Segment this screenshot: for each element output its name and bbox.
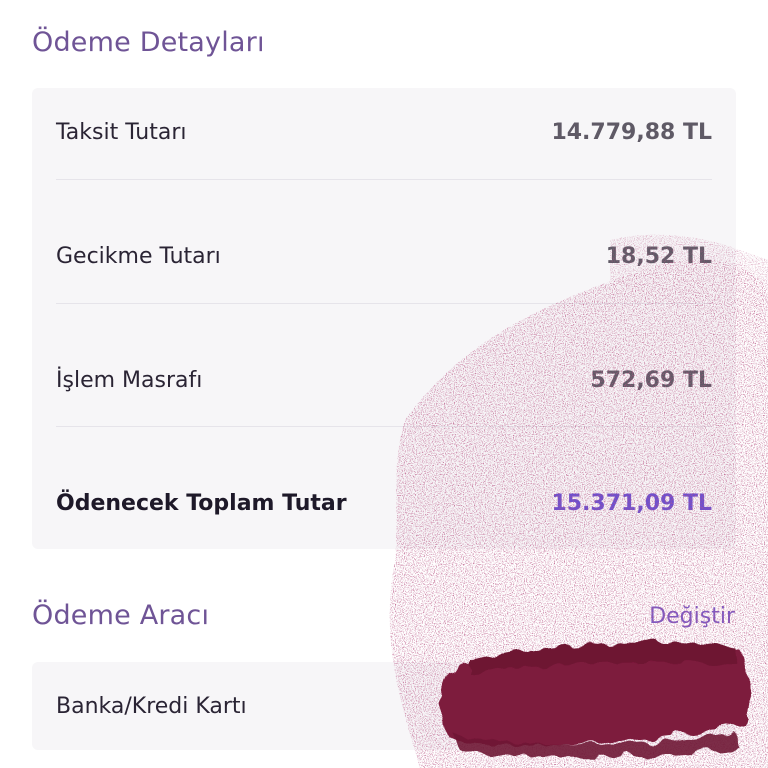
payment-details-screen: Ödeme Detayları Taksit Tutarı 14.779,88 … bbox=[0, 0, 768, 768]
total-amount-value: 15.371,09 TL bbox=[551, 490, 712, 516]
transaction-fee-value: 572,69 TL bbox=[590, 367, 712, 393]
total-amount-label: Ödenecek Toplam Tutar bbox=[56, 490, 347, 516]
payment-details-heading: Ödeme Detayları bbox=[32, 27, 265, 58]
payment-method-card[interactable]: Banka/Kredi Kartı bbox=[32, 662, 736, 750]
payment-method-label: Banka/Kredi Kartı bbox=[56, 693, 247, 719]
transaction-fee-row: İşlem Masrafı 572,69 TL bbox=[56, 350, 712, 410]
installment-amount-row: Taksit Tutarı 14.779,88 TL bbox=[56, 102, 712, 162]
transaction-fee-label: İşlem Masrafı bbox=[56, 367, 203, 393]
late-fee-value: 18,52 TL bbox=[605, 243, 712, 269]
row-divider bbox=[56, 179, 712, 180]
row-divider bbox=[56, 303, 712, 304]
payment-method-row[interactable]: Banka/Kredi Kartı bbox=[56, 676, 712, 736]
payment-tool-heading: Ödeme Aracı bbox=[32, 600, 210, 631]
installment-amount-value: 14.779,88 TL bbox=[551, 119, 712, 145]
row-divider bbox=[56, 426, 712, 427]
late-fee-row: Gecikme Tutarı 18,52 TL bbox=[56, 226, 712, 286]
late-fee-label: Gecikme Tutarı bbox=[56, 243, 221, 269]
change-payment-method-link[interactable]: Değiştir bbox=[649, 604, 735, 629]
total-amount-row: Ödenecek Toplam Tutar 15.371,09 TL bbox=[56, 473, 712, 533]
payment-details-card: Taksit Tutarı 14.779,88 TL Gecikme Tutar… bbox=[32, 88, 736, 549]
installment-amount-label: Taksit Tutarı bbox=[56, 119, 187, 145]
